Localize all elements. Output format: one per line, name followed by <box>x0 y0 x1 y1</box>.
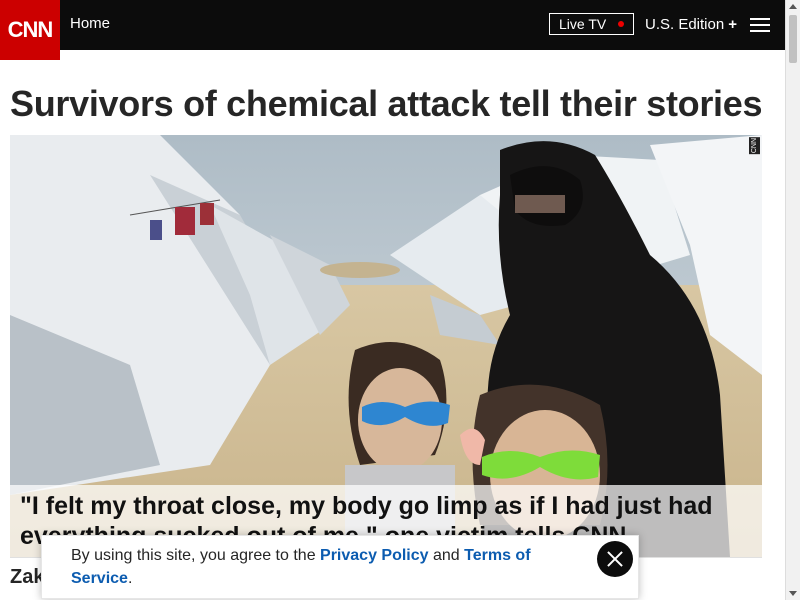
video-player[interactable]: CNN "I felt my throat close, my body go … <box>10 135 762 557</box>
cookie-consent-banner: By using this site, you agree to the Pri… <box>41 535 639 599</box>
site-header: Home Live TV U.S. Edition + <box>0 0 785 50</box>
cnn-logo[interactable]: CNN <box>0 0 60 60</box>
byline: Zak <box>10 566 45 588</box>
consent-text: By using this site, you agree to the Pri… <box>71 544 541 590</box>
logo-text: CNN <box>7 17 54 42</box>
consent-text-after: . <box>127 570 133 587</box>
live-tv-button[interactable]: Live TV <box>549 13 634 35</box>
scroll-up-arrow-icon[interactable] <box>789 4 797 9</box>
live-tv-label: Live TV <box>559 16 607 32</box>
red-dot-icon <box>618 21 624 27</box>
scrollbar[interactable] <box>785 0 800 600</box>
scroll-down-arrow-icon[interactable] <box>789 591 797 596</box>
hamburger-menu-icon[interactable] <box>750 18 770 32</box>
scroll-thumb[interactable] <box>789 15 797 63</box>
cnn-watermark: CNN <box>749 137 760 155</box>
home-link[interactable]: Home <box>70 15 110 32</box>
consent-text-before: By using this site, you agree to the <box>71 547 321 564</box>
consent-text-middle: and <box>428 547 465 564</box>
edition-selector[interactable]: U.S. Edition + <box>645 16 737 33</box>
article-headline: Survivors of chemical attack tell their … <box>10 83 763 124</box>
plus-icon: + <box>728 16 737 33</box>
close-icon[interactable] <box>597 541 633 577</box>
edition-label: U.S. Edition <box>645 16 725 33</box>
privacy-policy-link[interactable]: Privacy Policy <box>320 547 429 564</box>
